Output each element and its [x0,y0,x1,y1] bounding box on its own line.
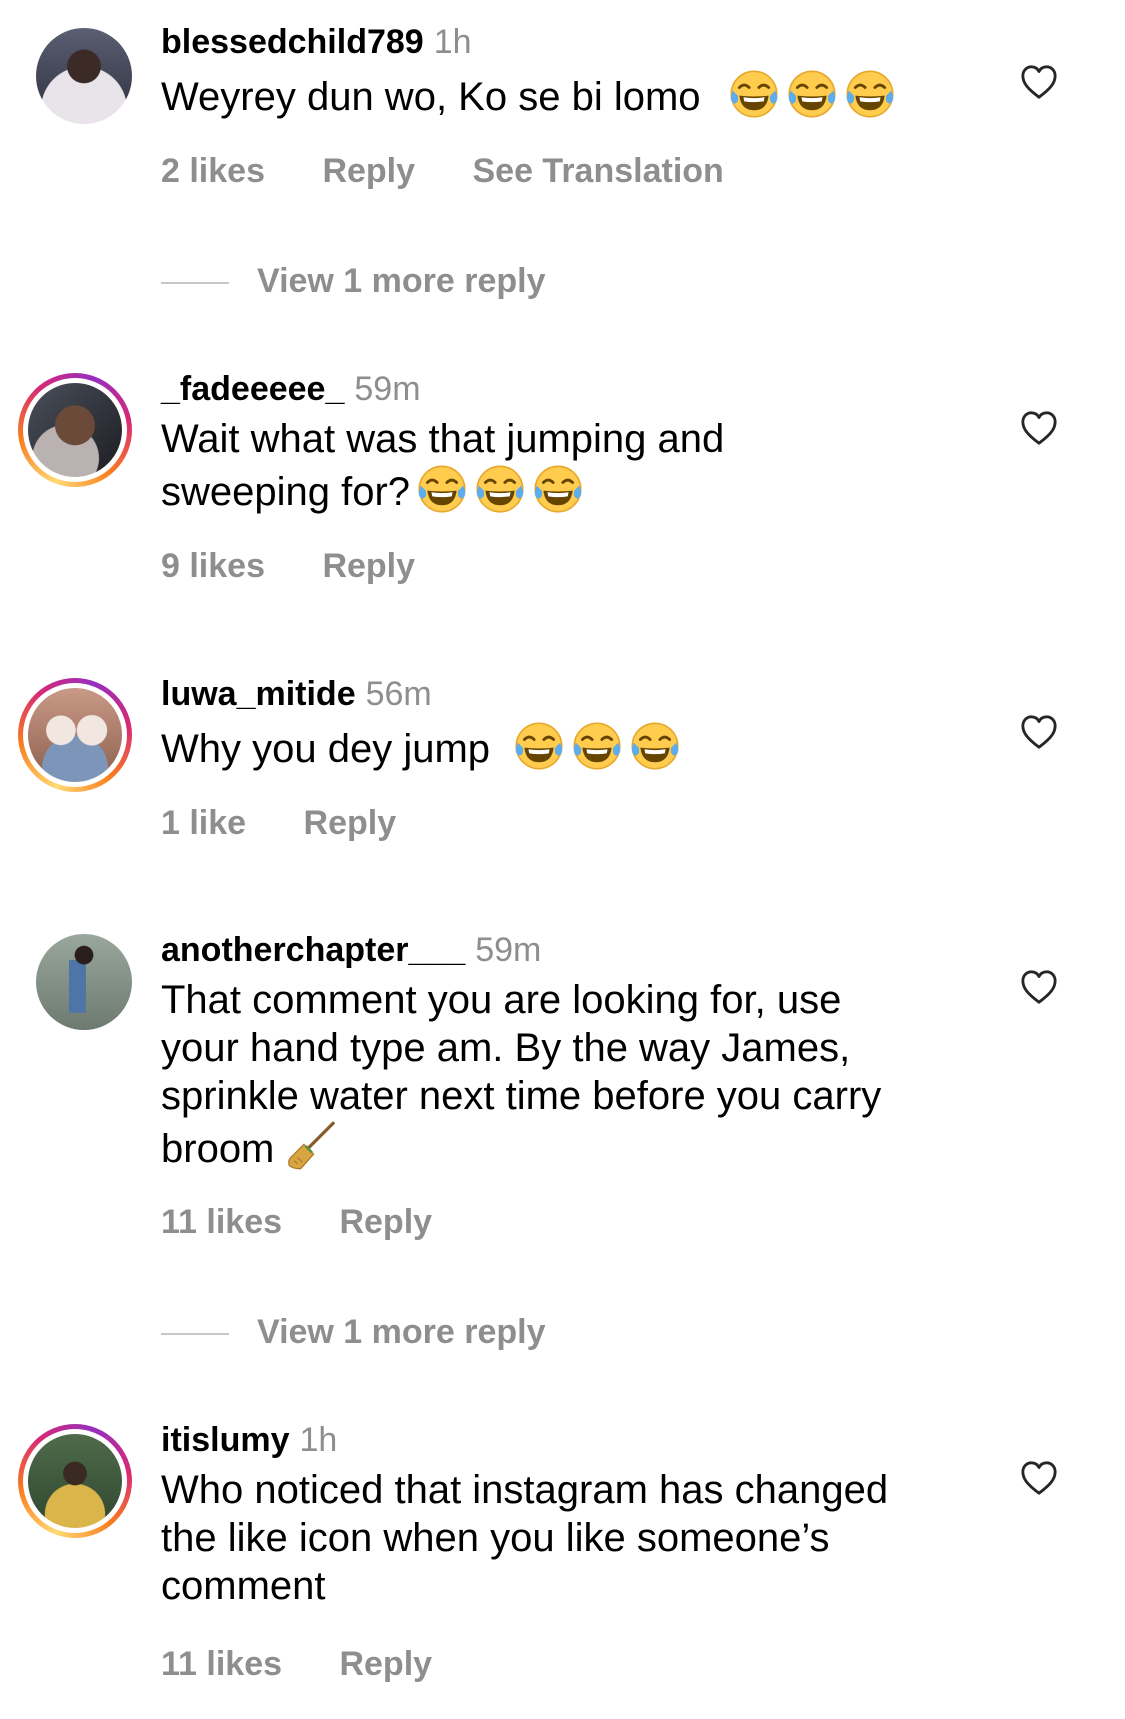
reply-button[interactable]: Reply [304,804,397,842]
avatar[interactable] [36,28,132,124]
heart-outline-icon[interactable] [1020,410,1058,446]
heart-outline-icon[interactable] [1020,64,1058,100]
username[interactable]: anotherchapter___ [161,931,465,969]
comment-actions: 11 likes Reply [161,1645,480,1684]
face-with-tears-of-joy-icon [532,463,584,515]
comment-actions: 11 likes Reply [161,1203,480,1242]
likes-count[interactable]: 11 likes [161,1645,282,1683]
timestamp: 1h [433,23,472,61]
face-with-tears-of-joy-icon [571,720,623,772]
comment-actions: 2 likes Reply See Translation [161,152,772,191]
divider [161,282,229,285]
see-translation-button[interactable]: See Translation [472,152,723,190]
comment-actions: 9 likes Reply [161,547,463,586]
timestamp: 59m [354,370,421,408]
comment-text: Why you dey jump [161,720,991,773]
comment-text: Weyrey dun wo, Ko se bi lomo [161,68,991,121]
broom-icon [286,1120,338,1172]
face-with-tears-of-joy-icon [474,463,526,515]
face-with-tears-of-joy-icon [728,68,780,120]
reply-button[interactable]: Reply [339,1203,432,1241]
username[interactable]: luwa_mitide [161,675,356,713]
heart-outline-icon[interactable] [1020,969,1058,1005]
view-more-replies-button[interactable]: View 1 more reply [161,262,546,301]
face-with-tears-of-joy-icon [416,463,468,515]
username[interactable]: _fadeeeee_ [161,370,344,408]
heart-outline-icon[interactable] [1020,1460,1058,1496]
avatar[interactable] [18,373,132,487]
likes-count[interactable]: 2 likes [161,152,265,190]
timestamp: 59m [475,931,542,969]
face-with-tears-of-joy-icon [513,720,565,772]
avatar[interactable] [18,678,132,792]
heart-outline-icon[interactable] [1020,714,1058,750]
timestamp: 1h [299,1421,338,1459]
likes-count[interactable]: 11 likes [161,1203,282,1241]
username[interactable]: itislumy [161,1421,289,1459]
reply-button[interactable]: Reply [322,547,415,585]
likes-count[interactable]: 9 likes [161,547,265,585]
avatar[interactable] [18,1424,132,1538]
timestamp: 56m [365,675,432,713]
comment-text: That comment you are looking for, use yo… [161,978,882,1172]
face-with-tears-of-joy-icon [786,68,838,120]
username[interactable]: blessedchild789 [161,23,424,61]
face-with-tears-of-joy-icon [629,720,681,772]
comment-actions: 1 like Reply [161,804,444,843]
reply-button[interactable]: Reply [322,152,415,190]
avatar[interactable] [36,934,132,1030]
view-more-replies-button[interactable]: View 1 more reply [161,1313,546,1352]
likes-count[interactable]: 1 like [161,804,246,842]
reply-button[interactable]: Reply [339,1645,432,1683]
face-with-tears-of-joy-icon [844,68,896,120]
divider [161,1333,229,1336]
comment-text: Wait what was that jumping and sweeping … [161,417,725,515]
comment-text: Who noticed that instagram has changed t… [161,1468,889,1608]
